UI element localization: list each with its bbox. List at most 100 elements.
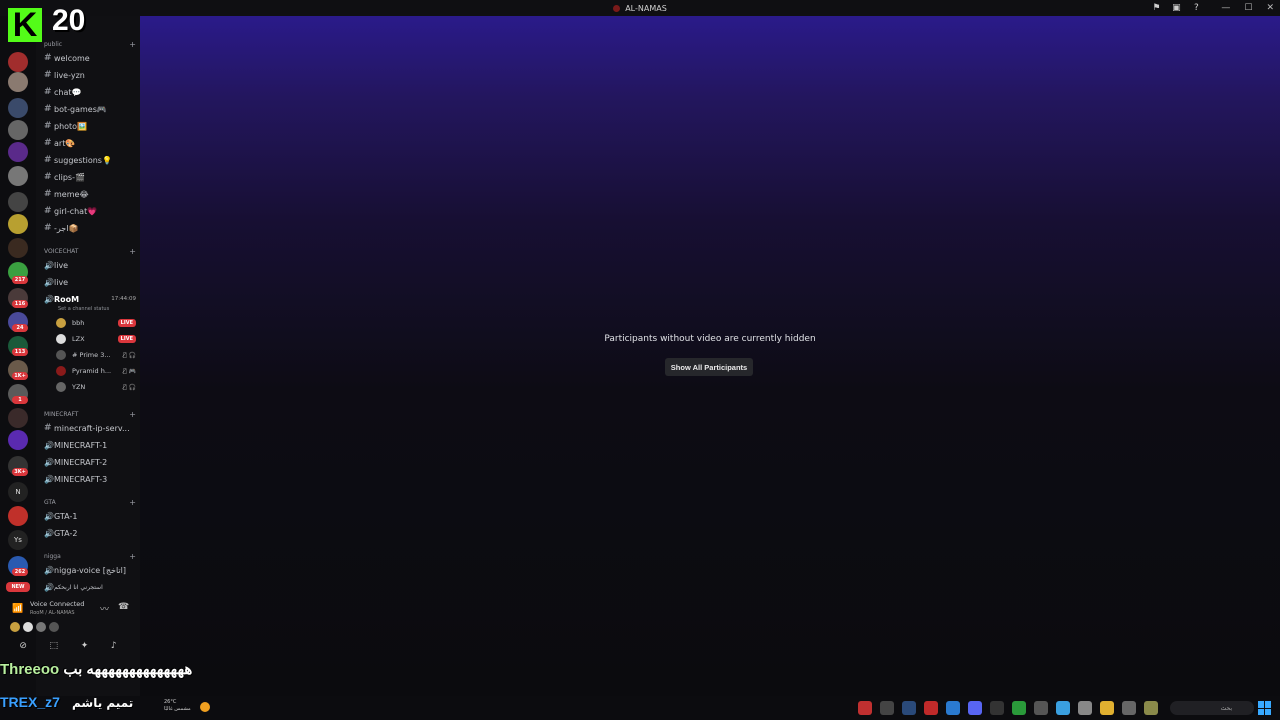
channel-status[interactable]: Set a channel status <box>58 306 109 312</box>
add-channel-icon[interactable]: + <box>129 552 136 561</box>
text-channel[interactable]: # live-yzn <box>44 68 136 82</box>
channel-label: bot-games🎮 <box>54 104 107 114</box>
close-icon[interactable]: ✕ <box>1266 3 1274 13</box>
mute-deafen-icon: 🎙̸ 🎧 <box>123 383 136 391</box>
kick-logo: K <box>8 8 42 42</box>
voice-channel[interactable]: 🔊 MINECRAFT-3 <box>44 472 136 486</box>
category-voicechat[interactable]: VOICECHAT + <box>44 247 136 256</box>
server-avatar[interactable] <box>8 120 28 140</box>
speaker-icon: 🔊 <box>44 474 54 484</box>
voice-user[interactable]: Pyramid h... 🎙̸ 🎮 <box>56 364 136 378</box>
text-channel[interactable]: # chat💬 <box>44 85 136 99</box>
server-avatar[interactable] <box>8 506 28 526</box>
chat-username: Threeoo <box>0 661 60 678</box>
camera-off-icon[interactable]: ⊘ <box>19 641 27 655</box>
app-icon[interactable] <box>1144 701 1158 715</box>
text-channel[interactable]: # bot-games🎮 <box>44 102 136 116</box>
app-icon[interactable] <box>946 701 960 715</box>
voice-user[interactable]: LZX LIVE <box>56 332 136 346</box>
app-icon[interactable] <box>1078 701 1092 715</box>
voice-channel[interactable]: 🔊 nigga-voice [اتاخج] <box>44 563 136 577</box>
app-icon[interactable] <box>990 701 1004 715</box>
voice-status-subtitle[interactable]: RooM / AL-NAMAS <box>30 610 75 616</box>
title-bar: AL-NAMAS ⚑ ▣ ? — ☐ ✕ <box>0 0 1280 16</box>
text-channel[interactable]: # art🎨 <box>44 136 136 150</box>
server-avatar[interactable] <box>8 214 28 234</box>
minimize-icon[interactable]: — <box>1221 3 1230 13</box>
server-avatar[interactable] <box>8 430 28 450</box>
server-avatar[interactable] <box>8 408 28 428</box>
voice-channel[interactable]: 🔊 استجرني انا اربحكم <box>44 580 136 594</box>
voice-channel[interactable]: 🔊 MINECRAFT-1 <box>44 438 136 452</box>
soundboard-icon[interactable]: ♪ <box>111 641 117 655</box>
text-channel[interactable]: # welcome <box>44 51 136 65</box>
discord-icon[interactable] <box>968 701 982 715</box>
activity-icon[interactable]: ✦ <box>81 641 89 655</box>
avatar <box>56 366 66 376</box>
server-avatar[interactable] <box>8 238 28 258</box>
window-title: AL-NAMAS <box>625 3 667 13</box>
voice-channel[interactable]: 🔊 GTA-1 <box>44 509 136 523</box>
server-initials[interactable]: Ys <box>8 530 28 550</box>
text-channel[interactable]: # girl-chat💗 <box>44 204 136 218</box>
weather-widget[interactable]: 26°C مشمس غالبًا <box>164 699 191 713</box>
app-icon[interactable] <box>1034 701 1048 715</box>
text-channel[interactable]: # clips-🎬 <box>44 170 136 184</box>
hash-icon: # <box>44 121 52 131</box>
app-icon[interactable] <box>924 701 938 715</box>
help-icon[interactable]: ? <box>1191 3 1201 13</box>
server-avatar[interactable] <box>8 52 28 72</box>
pin-icon[interactable]: ⚑ <box>1151 3 1161 13</box>
add-channel-icon[interactable]: + <box>129 410 136 419</box>
text-channel[interactable]: # suggestions💡 <box>44 153 136 167</box>
start-icon[interactable] <box>1258 701 1272 715</box>
voice-channel[interactable]: 🔊 MINECRAFT-2 <box>44 455 136 469</box>
voice-channel[interactable]: 🔊 live <box>44 275 136 289</box>
signal-icon[interactable]: 📶 <box>12 604 23 614</box>
xbox-icon[interactable] <box>1012 701 1026 715</box>
server-avatar[interactable] <box>8 98 28 118</box>
server-avatar[interactable] <box>8 166 28 186</box>
hash-icon: # <box>44 104 52 114</box>
screen-share-icon[interactable]: ⬚ <box>50 641 59 655</box>
folder-icon[interactable] <box>1100 701 1114 715</box>
server-avatar[interactable] <box>8 192 28 212</box>
app-icon[interactable] <box>1122 701 1136 715</box>
voice-user[interactable]: bbh LIVE <box>56 316 136 330</box>
app-icon[interactable] <box>880 701 894 715</box>
category-gta[interactable]: GTA + <box>44 498 136 507</box>
disconnect-icon[interactable]: ☎ <box>118 602 129 612</box>
server-avatar[interactable] <box>8 72 28 92</box>
inbox-icon[interactable]: ▣ <box>1171 3 1181 13</box>
add-channel-icon[interactable]: + <box>129 498 136 507</box>
add-channel-icon[interactable]: + <box>129 40 136 49</box>
taskbar-search[interactable]: بحث <box>1170 701 1254 715</box>
app-icon[interactable] <box>858 701 872 715</box>
server-initials[interactable]: N <box>8 482 28 502</box>
category-minecraft[interactable]: MINECRAFT + <box>44 410 136 419</box>
noise-suppression-icon[interactable]: 〰 <box>100 602 109 615</box>
text-channel[interactable]: # meme😂 <box>44 187 136 201</box>
voice-channel[interactable]: 🔊 GTA-2 <box>44 526 136 540</box>
text-channel[interactable]: # -اجر📦 <box>44 221 136 235</box>
voice-user[interactable]: # Prime 3... 🎙̸ 🎧 <box>56 348 136 362</box>
maximize-icon[interactable]: ☐ <box>1244 3 1252 13</box>
channel-label: GTA-2 <box>54 528 78 538</box>
voice-channel[interactable]: 🔊 live <box>44 258 136 272</box>
text-channel[interactable]: # photo🖼️ <box>44 119 136 133</box>
steam-icon[interactable] <box>902 701 916 715</box>
voice-user[interactable]: YZN 🎙̸ 🎧 <box>56 380 136 394</box>
active-voice-channel[interactable]: 🔊 RooM 17:44:09 <box>44 292 136 306</box>
show-all-participants-button[interactable]: Show All Participants <box>665 358 753 376</box>
category-nigga[interactable]: nigga + <box>44 552 136 561</box>
text-channel[interactable]: # minecraft-ip-serv... <box>44 421 136 435</box>
category-public[interactable]: public + <box>44 40 136 49</box>
server-icon <box>613 4 621 12</box>
unread-badge: 113 <box>12 348 28 356</box>
weather-temp: 26°C <box>164 699 177 705</box>
add-channel-icon[interactable]: + <box>129 247 136 256</box>
speaker-icon: 🔊 <box>44 260 54 270</box>
chrome-icon[interactable] <box>1056 701 1070 715</box>
server-avatar[interactable] <box>8 142 28 162</box>
new-badge[interactable]: NEW <box>6 582 30 592</box>
